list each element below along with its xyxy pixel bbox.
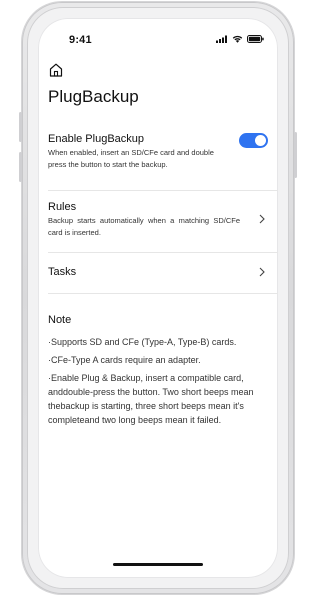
phone-bezel: 9:41 PlugBackup Enable PlugBackup When e…: [27, 7, 289, 589]
toggle-knob: [255, 135, 266, 146]
tasks-label: Tasks: [48, 266, 77, 278]
phone-frame: 9:41 PlugBackup Enable PlugBackup When e…: [19, 2, 297, 594]
divider: [48, 252, 278, 253]
chevron-right-icon: [259, 214, 265, 224]
phone-screen: 9:41 PlugBackup Enable PlugBackup When e…: [38, 18, 278, 578]
enable-plugbackup-row: Enable PlugBackup When enabled, insert a…: [48, 133, 268, 177]
status-icons: [216, 35, 264, 43]
app-screenshot: 9:41 PlugBackup Enable PlugBackup When e…: [0, 0, 306, 597]
rules-row[interactable]: Rules Backup starts automatically when a…: [48, 201, 268, 241]
status-time: 9:41: [69, 34, 92, 46]
note-line: ·Supports SD and CFe (Type-A, Type-B) ca…: [48, 337, 237, 347]
status-bar: 9:41: [38, 18, 278, 58]
home-indicator[interactable]: [113, 563, 203, 566]
wifi-icon: [232, 35, 243, 43]
volume-up-button: [19, 112, 22, 142]
note-line: ·CFe-Type A cards require an adapter.: [48, 355, 201, 365]
rules-label: Rules: [48, 201, 77, 213]
note-title: Note: [48, 314, 72, 326]
home-icon[interactable]: [48, 62, 64, 78]
enable-plugbackup-label: Enable PlugBackup: [48, 133, 145, 145]
enable-plugbackup-description: When enabled, insert an SD/CFe card and …: [48, 148, 214, 169]
tasks-row[interactable]: Tasks: [48, 266, 268, 286]
chevron-right-icon: [259, 267, 265, 277]
power-button: [294, 132, 297, 178]
battery-icon: [247, 35, 264, 43]
volume-down-button: [19, 152, 22, 182]
note-list: ·Supports SD and CFe (Type-A, Type-B) ca…: [48, 335, 268, 431]
enable-plugbackup-toggle[interactable]: [239, 133, 268, 148]
divider: [48, 190, 278, 191]
divider: [48, 293, 278, 294]
cellular-signal-icon: [216, 35, 227, 43]
rules-description: Backup starts automatically when a match…: [48, 216, 240, 237]
page-title: PlugBackup: [48, 87, 139, 106]
note-line: ·Enable Plug & Backup, insert a compatib…: [48, 373, 254, 425]
